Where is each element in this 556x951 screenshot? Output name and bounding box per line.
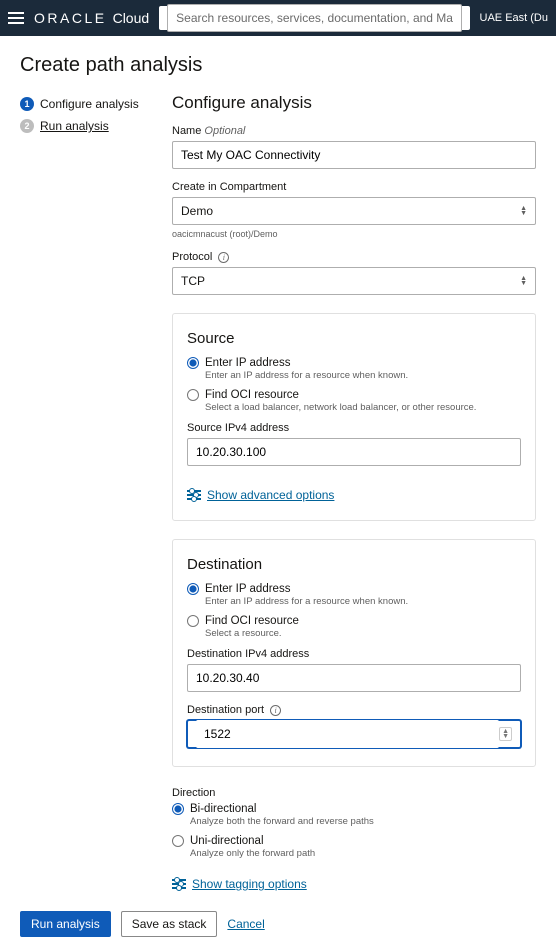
source-ipv4-field: Source IPv4 address	[187, 422, 521, 466]
source-ipv4-input[interactable]	[187, 438, 521, 466]
save-as-stack-button[interactable]: Save as stack	[121, 911, 218, 937]
direction-uni-option[interactable]: Uni-directional	[172, 835, 536, 847]
source-enter-ip-help: Enter an IP address for a resource when …	[205, 370, 521, 381]
step-number-icon: 2	[20, 119, 34, 133]
dest-ipv4-label: Destination IPv4 address	[187, 648, 521, 660]
protocol-field: Protocol i TCP ▲▼	[172, 251, 536, 295]
action-bar: Run analysis Save as stack Cancel	[0, 901, 556, 951]
direction-bi-help: Analyze both the forward and reverse pat…	[190, 816, 536, 827]
compartment-breadcrumb: oacicmnacust (root)/Demo	[172, 229, 536, 239]
direction-uni-radio[interactable]	[172, 835, 184, 847]
show-advanced-options-link[interactable]: Show advanced options	[187, 488, 334, 502]
compartment-value: Demo	[181, 204, 213, 218]
global-search[interactable]	[159, 6, 469, 30]
name-field: Name Optional	[172, 125, 536, 169]
info-icon[interactable]: i	[218, 252, 229, 263]
source-enter-ip-radio[interactable]	[187, 357, 199, 369]
dest-port-input-wrapper[interactable]: ▲▼	[187, 720, 521, 748]
dest-enter-ip-option[interactable]: Enter IP address	[187, 583, 521, 595]
compartment-label: Create in Compartment	[172, 181, 536, 193]
info-icon[interactable]: i	[270, 705, 281, 716]
direction-uni-label: Uni-directional	[190, 835, 264, 847]
dest-enter-ip-label: Enter IP address	[205, 583, 290, 595]
section-title: Configure analysis	[172, 93, 536, 113]
source-find-oci-option[interactable]: Find OCI resource	[187, 389, 521, 401]
direction-label: Direction	[172, 787, 536, 799]
brand-sub: Cloud	[113, 10, 150, 26]
dest-ipv4-input[interactable]	[187, 664, 521, 692]
dest-ipv4-field: Destination IPv4 address	[187, 648, 521, 692]
dest-find-oci-label: Find OCI resource	[205, 615, 299, 627]
search-input[interactable]	[167, 4, 461, 32]
direction-uni-help: Analyze only the forward path	[190, 848, 536, 859]
show-tagging-options-link[interactable]: Show tagging options	[172, 877, 307, 891]
hamburger-menu-icon[interactable]	[8, 12, 24, 24]
topbar: ORACLE Cloud UAE East (Du	[0, 0, 556, 36]
dest-port-field: Destination port i ▲▼	[187, 704, 521, 748]
run-analysis-button[interactable]: Run analysis	[20, 911, 111, 937]
direction-bi-label: Bi-directional	[190, 803, 256, 815]
form-area: Configure analysis Name Optional Create …	[172, 93, 536, 891]
dest-enter-ip-help: Enter an IP address for a resource when …	[205, 596, 521, 607]
advanced-label: Show advanced options	[207, 488, 334, 502]
step-configure[interactable]: 1 Configure analysis	[20, 97, 148, 111]
source-find-oci-help: Select a load balancer, network load bal…	[205, 402, 521, 413]
page-title: Create path analysis	[0, 36, 556, 93]
number-stepper-icon[interactable]: ▲▼	[499, 727, 512, 741]
source-enter-ip-option[interactable]: Enter IP address	[187, 357, 521, 369]
dest-find-oci-help: Select a resource.	[205, 628, 521, 639]
sliders-icon	[187, 490, 201, 500]
dest-find-oci-radio[interactable]	[187, 615, 199, 627]
source-title: Source	[187, 330, 521, 347]
step-run[interactable]: 2 Run analysis	[20, 119, 148, 133]
source-find-oci-radio[interactable]	[187, 389, 199, 401]
region-selector[interactable]: UAE East (Du	[480, 12, 548, 24]
step-label: Configure analysis	[40, 97, 139, 111]
brand-main: ORACLE	[34, 10, 107, 26]
direction-group: Direction Bi-directional Analyze both th…	[172, 787, 536, 892]
dest-port-input[interactable]	[196, 720, 499, 748]
destination-panel: Destination Enter IP address Enter an IP…	[172, 539, 536, 767]
source-find-oci-label: Find OCI resource	[205, 389, 299, 401]
step-number-icon: 1	[20, 97, 34, 111]
wizard-steps: 1 Configure analysis 2 Run analysis	[20, 93, 148, 891]
name-input[interactable]	[172, 141, 536, 169]
optional-hint: Optional	[204, 125, 245, 137]
cancel-link[interactable]: Cancel	[227, 917, 264, 931]
protocol-select[interactable]: TCP ▲▼	[172, 267, 536, 295]
chevron-updown-icon: ▲▼	[520, 276, 527, 286]
destination-title: Destination	[187, 556, 521, 573]
compartment-select[interactable]: Demo ▲▼	[172, 197, 536, 225]
direction-bi-radio[interactable]	[172, 803, 184, 815]
chevron-updown-icon: ▲▼	[520, 206, 527, 216]
sliders-icon	[172, 879, 186, 889]
protocol-value: TCP	[181, 274, 205, 288]
dest-enter-ip-radio[interactable]	[187, 583, 199, 595]
dest-port-label: Destination port	[187, 704, 264, 716]
name-label: Name	[172, 125, 201, 137]
source-enter-ip-label: Enter IP address	[205, 357, 290, 369]
direction-bi-option[interactable]: Bi-directional	[172, 803, 536, 815]
source-ipv4-label: Source IPv4 address	[187, 422, 521, 434]
source-panel: Source Enter IP address Enter an IP addr…	[172, 313, 536, 521]
compartment-field: Create in Compartment Demo ▲▼ oacicmnacu…	[172, 181, 536, 239]
dest-find-oci-option[interactable]: Find OCI resource	[187, 615, 521, 627]
protocol-label: Protocol	[172, 251, 212, 263]
tagging-label: Show tagging options	[192, 877, 307, 891]
step-label: Run analysis	[40, 119, 109, 133]
brand: ORACLE Cloud	[34, 10, 149, 26]
